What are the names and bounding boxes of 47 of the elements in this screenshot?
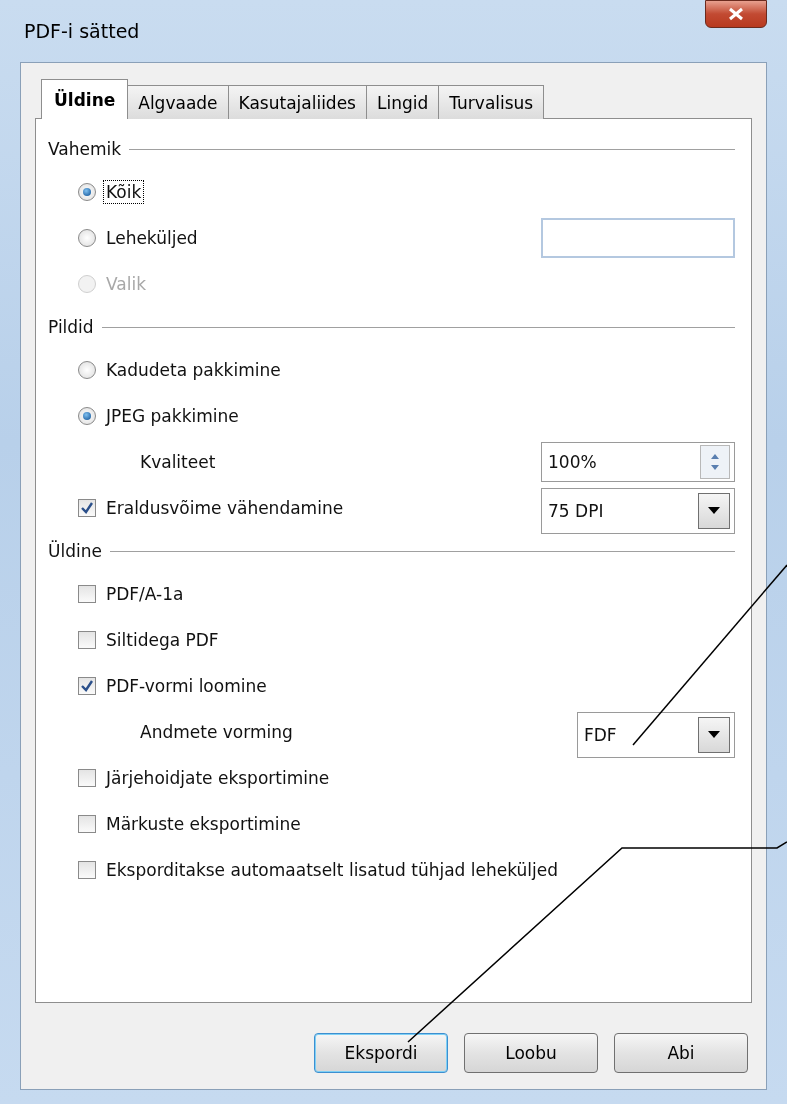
- radio-button[interactable]: [78, 361, 96, 379]
- caret-icon: [708, 731, 720, 739]
- radio-button[interactable]: [78, 229, 96, 247]
- option-label: Eraldusvõime vähendamine: [105, 497, 345, 519]
- checkbox[interactable]: [78, 585, 96, 603]
- section-title: Vahemik: [48, 139, 122, 159]
- input-field[interactable]: [541, 218, 735, 258]
- option-label: Siltidega PDF: [105, 629, 220, 651]
- tab[interactable]: Üldine: [41, 79, 129, 119]
- window-title: PDF-i sätted: [24, 20, 140, 42]
- spin-field[interactable]: 100%: [541, 442, 735, 482]
- field-label: Andmete vorming: [139, 721, 294, 743]
- option-label: Leheküljed: [105, 227, 199, 249]
- radio-button[interactable]: [78, 183, 96, 201]
- section-title: Pildid: [48, 317, 94, 337]
- tab[interactable]: Lingid: [365, 85, 440, 119]
- dropdown[interactable]: 75 DPI: [541, 488, 735, 534]
- caret-icon: [708, 507, 720, 515]
- field-label: Kvaliteet: [139, 451, 217, 473]
- dropdown[interactable]: FDF: [577, 712, 735, 758]
- checkbox[interactable]: [78, 861, 96, 879]
- option-label: PDF/A-1a: [105, 583, 185, 605]
- option-label: Järjehoidjate eksportimine: [104, 767, 331, 789]
- tab[interactable]: Kasutajaliides: [227, 85, 367, 119]
- dialog-button[interactable]: Loobu: [464, 1033, 598, 1073]
- radio-button[interactable]: [78, 407, 96, 425]
- option-label: JPEG pakkimine: [104, 405, 240, 427]
- tab[interactable]: Turvalisus: [438, 85, 545, 119]
- checkmark-icon: [80, 679, 94, 693]
- tab[interactable]: Algvaade: [127, 85, 229, 119]
- option-label: Kadudeta pakkimine: [105, 359, 282, 381]
- section-title: Üldine: [48, 541, 102, 561]
- option-label: Märkuste eksportimine: [105, 813, 302, 835]
- checkbox[interactable]: [78, 677, 96, 695]
- dialog-button[interactable]: Abi: [614, 1033, 748, 1073]
- option-label: Eksporditakse automaatselt lisatud tühjad leheküljed: [105, 859, 560, 881]
- dialog-button[interactable]: Ekspordi: [314, 1033, 448, 1073]
- checkbox[interactable]: [78, 631, 96, 649]
- checkbox[interactable]: [78, 769, 96, 787]
- checkbox[interactable]: [78, 499, 96, 517]
- option-label: PDF-vormi loomine: [105, 675, 268, 697]
- close-button[interactable]: [705, 0, 767, 28]
- checkbox[interactable]: [78, 815, 96, 833]
- close-icon: [728, 7, 744, 21]
- checkmark-icon: [80, 501, 94, 515]
- option-label: Valik: [105, 273, 148, 295]
- option-label: Kõik: [104, 181, 144, 203]
